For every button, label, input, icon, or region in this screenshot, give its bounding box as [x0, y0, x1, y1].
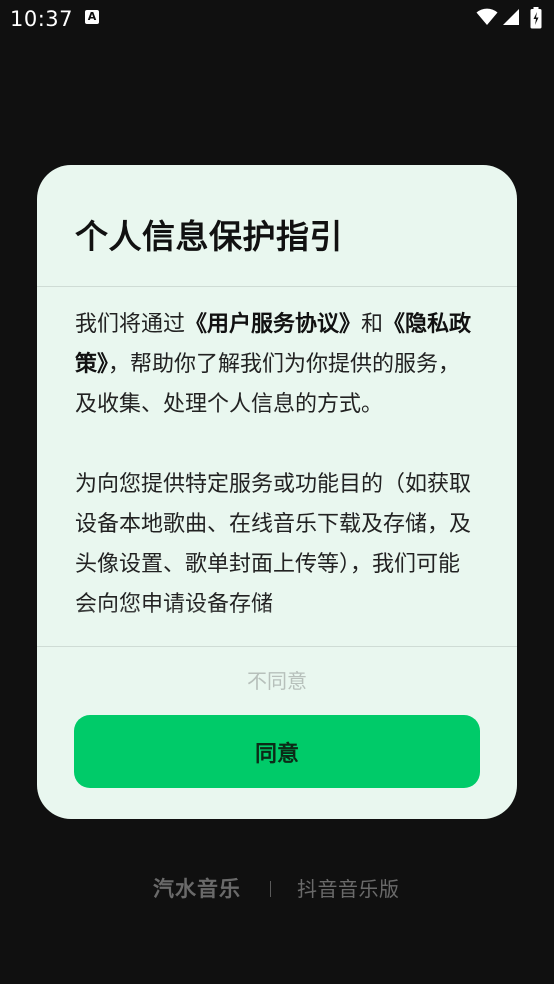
wifi-icon [476, 8, 498, 25]
privacy-dialog: 个人信息保护指引 我们将通过《用户服务协议》和《隐私政策》，帮助你了解我们为你提… [37, 165, 517, 819]
brand-logo-text: 汽水音乐 [153, 877, 241, 901]
battery-icon [530, 7, 542, 29]
agree-button[interactable]: 同意 [74, 715, 480, 788]
body-text: ，帮助你了解我们为你提供的服务，及收集、处理个人信息的方式。 [75, 352, 461, 417]
status-bar: 10:37 A [0, 0, 554, 38]
body-paragraph: 我们将通过《用户服务协议》和《隐私政策》，帮助你了解我们为你提供的服务，及收集、… [75, 305, 477, 425]
signal-icon [503, 9, 519, 25]
body-text: 我们将通过 [75, 312, 186, 337]
brand-separator [270, 881, 271, 897]
divider [37, 646, 517, 647]
a-notification-icon: A [85, 10, 99, 24]
dialog-title: 个人信息保护指引 [75, 217, 343, 256]
status-time: 10:37 [10, 7, 74, 31]
body-text: 和 [361, 312, 384, 337]
footer-brand-bar: 汽水音乐 抖音音乐版 [0, 872, 554, 906]
disagree-button[interactable]: 不同意 [177, 661, 377, 701]
brand-subtitle: 抖音音乐版 [297, 877, 400, 901]
dialog-body-scroll[interactable]: 我们将通过《用户服务协议》和《隐私政策》，帮助你了解我们为你提供的服务，及收集、… [75, 287, 477, 645]
user-agreement-link[interactable]: 《用户服务协议》 [185, 312, 361, 337]
body-paragraph: 为向您提供特定服务或功能目的（如获取设备本地歌曲、在线音乐下载及存储，及头像设置… [75, 472, 472, 617]
